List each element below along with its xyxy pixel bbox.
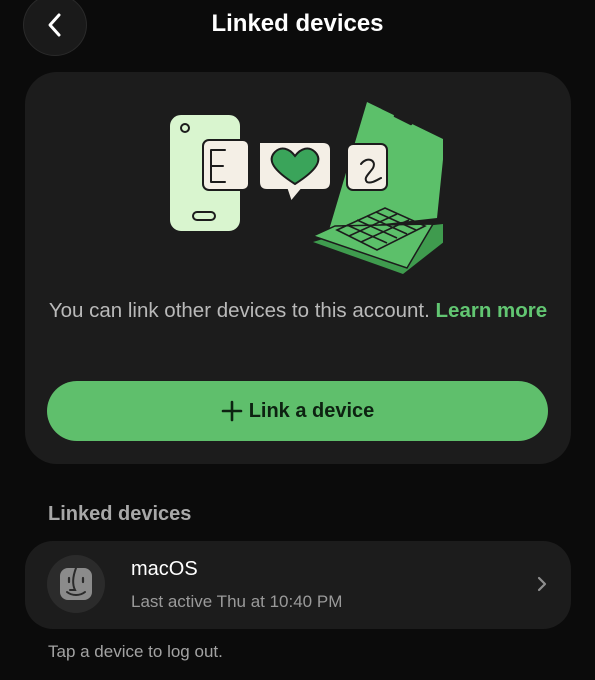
link-device-button[interactable]: Link a device	[47, 381, 548, 441]
footer-hint: Tap a device to log out.	[48, 642, 223, 661]
device-last-active: Last active Thu at 10:40 PM	[131, 592, 343, 611]
page-title: Linked devices	[211, 10, 384, 37]
linked-devices-illustration	[165, 102, 443, 274]
intro-description: You can link other devices to this accou…	[48, 299, 430, 322]
link-device-label: Link a device	[248, 399, 375, 422]
finder-icon	[47, 555, 105, 613]
chevron-right-icon	[537, 576, 547, 592]
device-name: macOS	[131, 558, 198, 580]
learn-more-link[interactable]: Learn more	[436, 299, 548, 322]
link-device-card: You can link other devices to this accou…	[25, 72, 571, 464]
section-heading: Linked devices	[48, 503, 192, 525]
linked-devices-screen: Linked devices You can link other device…	[0, 0, 595, 680]
plus-icon	[221, 400, 243, 422]
device-row[interactable]: macOS Last active Thu at 10:40 PM	[25, 541, 571, 629]
intro-text: You can link other devices to this accou…	[45, 296, 551, 326]
